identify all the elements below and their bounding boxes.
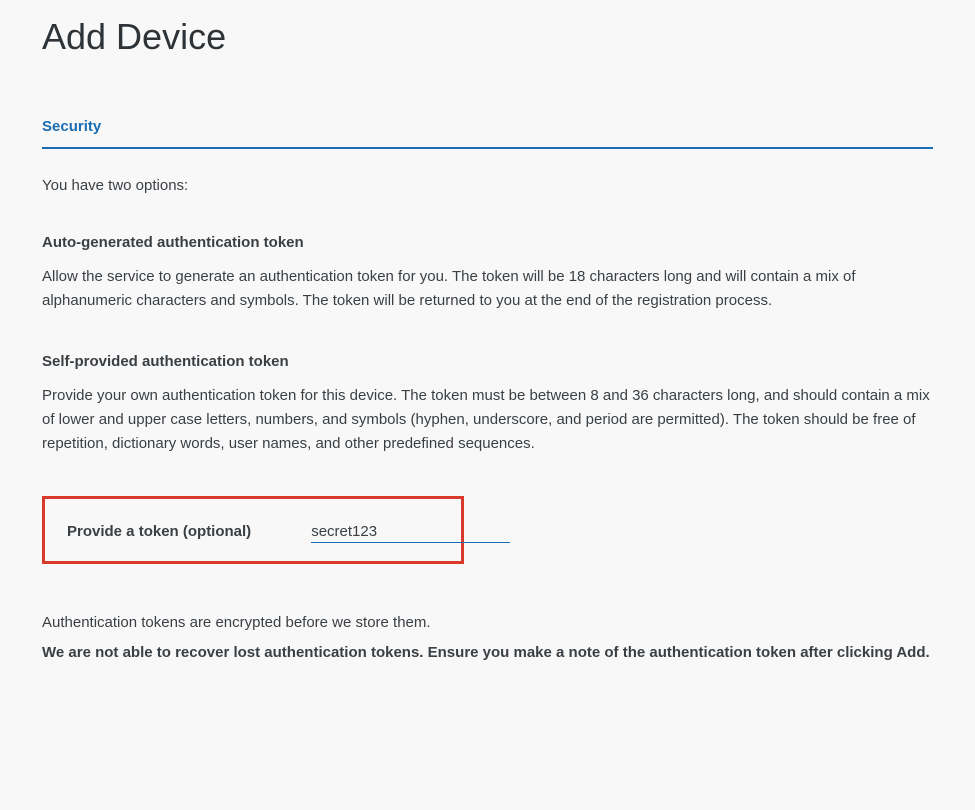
- auto-token-heading: Auto-generated authentication token: [42, 234, 933, 251]
- self-token-heading: Self-provided authentication token: [42, 353, 933, 370]
- section-divider: [42, 147, 933, 149]
- token-input[interactable]: [311, 521, 510, 543]
- options-intro-text: You have two options:: [42, 177, 933, 194]
- page-title: Add Device: [42, 16, 933, 58]
- section-label-security: Security: [42, 118, 933, 147]
- self-token-body: Provide your own authentication token fo…: [42, 384, 933, 456]
- token-field-label: Provide a token (optional): [67, 523, 251, 540]
- encryption-note: Authentication tokens are encrypted befo…: [42, 614, 933, 631]
- warning-note: We are not able to recover lost authenti…: [42, 641, 933, 665]
- token-field-highlight-box: Provide a token (optional): [42, 496, 464, 564]
- auto-token-body: Allow the service to generate an authent…: [42, 265, 933, 313]
